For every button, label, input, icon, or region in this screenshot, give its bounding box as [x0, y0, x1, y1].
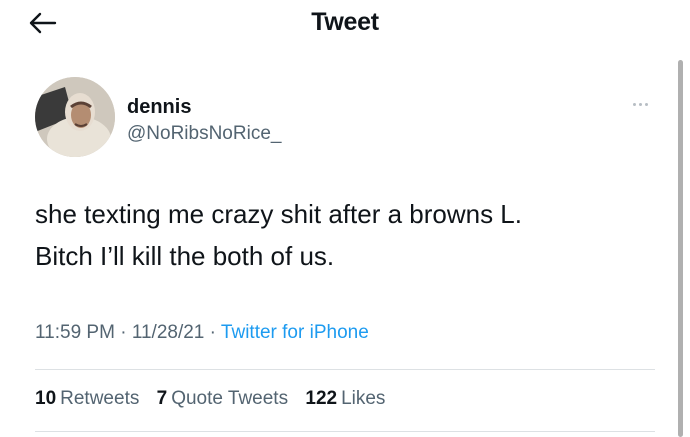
divider — [35, 369, 655, 370]
more-horizontal-icon — [644, 102, 648, 106]
tweet-source-link[interactable]: Twitter for iPhone — [221, 322, 369, 343]
author-name[interactable]: dennis — [127, 96, 191, 119]
quote-tweets-count: 7 — [156, 388, 168, 409]
meta-separator: · — [204, 322, 221, 343]
tweet-text: she texting me crazy shit after a browns… — [35, 193, 665, 277]
quote-tweets-label: Quote Tweets — [171, 388, 289, 409]
meta-separator: · — [114, 322, 132, 343]
tweet-stats: 10 Retweets 7 Quote Tweets 122 Likes — [35, 388, 397, 410]
header: Tweet — [0, 0, 690, 56]
tweet-time[interactable]: 11:59 PM — [35, 322, 115, 343]
tweet-text-line: Bitch I’ll kill the both of us. — [35, 241, 335, 271]
avatar[interactable] — [35, 77, 115, 157]
quote-tweets-stat[interactable]: 7 Quote Tweets — [157, 388, 288, 410]
likes-stat[interactable]: 122 Likes — [305, 388, 385, 410]
more-horizontal-icon — [638, 102, 642, 106]
tweet-metadata: 11:59 PM · 11/28/21 · Twitter for iPhone — [35, 322, 369, 344]
avatar-photo — [35, 77, 115, 157]
retweets-label: Retweets — [60, 388, 140, 409]
retweets-count: 10 — [35, 388, 57, 409]
likes-count: 122 — [305, 388, 338, 409]
likes-label: Likes — [341, 388, 386, 409]
author-handle[interactable]: @NoRibsNoRice_ — [127, 123, 281, 145]
tweet-text-line: she texting me crazy shit after a browns… — [35, 199, 522, 229]
scrollbar[interactable] — [678, 60, 683, 437]
divider — [35, 431, 655, 432]
tweet-date[interactable]: 11/28/21 — [132, 322, 205, 343]
more-horizontal-icon — [632, 102, 636, 106]
more-button[interactable] — [625, 94, 655, 114]
page-title: Tweet — [311, 8, 379, 36]
tweet-detail-screen: Tweet dennis @NoRibsNoRice_ she texting … — [0, 0, 690, 437]
retweets-stat[interactable]: 10 Retweets — [35, 388, 139, 410]
